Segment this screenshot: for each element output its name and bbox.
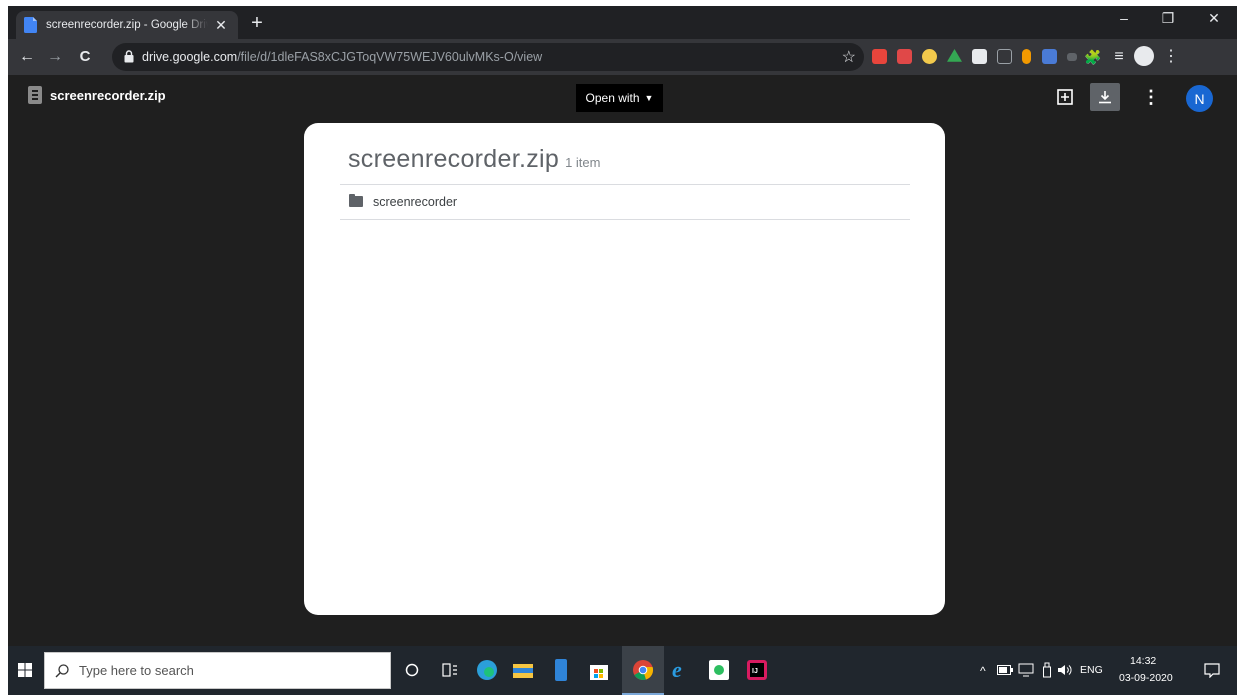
notification-center-icon[interactable] bbox=[1200, 658, 1224, 682]
folder-icon bbox=[349, 194, 363, 207]
reload-button[interactable]: C bbox=[74, 47, 96, 67]
svg-text:IJ: IJ bbox=[752, 668, 758, 675]
archive-title: screenrecorder.zip bbox=[348, 145, 560, 173]
browser-menu-icon[interactable]: ⋮ bbox=[1160, 47, 1182, 67]
windows-taskbar: Type here to search e IJ ^ ENG 14:32 03-… bbox=[8, 646, 1237, 695]
archive-file-icon bbox=[28, 86, 42, 104]
add-shortcut-icon bbox=[1057, 89, 1073, 105]
download-button[interactable] bbox=[1090, 83, 1120, 111]
reading-list-icon[interactable]: ≡ bbox=[1108, 47, 1130, 67]
ext-xr-icon[interactable] bbox=[1067, 53, 1077, 61]
cortana-icon[interactable] bbox=[400, 658, 424, 682]
zip-preview-card: screenrecorder.zip 1 item screenrecorder bbox=[304, 123, 945, 615]
tab-close-icon[interactable]: ✕ bbox=[212, 17, 230, 34]
more-actions-button[interactable]: ⋮ bbox=[1136, 83, 1166, 111]
tab-title: screenrecorder.zip - Google Drive bbox=[46, 19, 208, 31]
google-doc-favicon-icon bbox=[24, 17, 38, 33]
volume-icon[interactable] bbox=[1053, 658, 1077, 682]
ext-cb-icon[interactable] bbox=[997, 49, 1012, 64]
task-view-icon[interactable] bbox=[438, 658, 462, 682]
url-text: drive.google.com/file/d/1dleFAS8xCJGToqV… bbox=[142, 50, 542, 64]
restore-button[interactable]: ❐ bbox=[1155, 10, 1181, 27]
open-with-button[interactable]: Open with ▼ bbox=[576, 84, 663, 112]
ext-yellow-compass-icon[interactable] bbox=[922, 49, 937, 64]
back-button[interactable]: ← bbox=[16, 47, 38, 67]
windows-start-icon[interactable] bbox=[18, 663, 32, 682]
ext-red-square-icon[interactable] bbox=[897, 49, 912, 64]
add-to-drive-button[interactable] bbox=[1050, 83, 1080, 111]
file-explorer-icon[interactable] bbox=[511, 658, 535, 682]
caret-down-icon: ▼ bbox=[644, 93, 654, 103]
language-indicator[interactable]: ENG bbox=[1080, 664, 1103, 676]
forward-button[interactable]: → bbox=[44, 47, 66, 67]
list-item[interactable]: screenrecorder bbox=[340, 184, 910, 219]
tray-overflow-icon[interactable]: ^ bbox=[980, 664, 986, 678]
url-domain: drive.google.com bbox=[142, 50, 238, 64]
clock-time[interactable]: 14:32 bbox=[1130, 655, 1156, 667]
microsoft-store-icon[interactable] bbox=[587, 658, 611, 682]
ext-blue-square-icon[interactable] bbox=[1042, 49, 1057, 64]
edge-icon[interactable] bbox=[475, 658, 499, 682]
viewer-header: screenrecorder.zip Open with ▼ ⋮ N bbox=[8, 75, 1237, 115]
ext-red-badge-icon[interactable] bbox=[872, 49, 887, 64]
ext-orange-pill-icon[interactable] bbox=[1022, 49, 1031, 64]
address-bar[interactable]: drive.google.com/file/d/1dleFAS8xCJGToqV… bbox=[112, 43, 864, 71]
new-tab-button[interactable]: + bbox=[246, 12, 268, 34]
evernote-icon[interactable] bbox=[707, 658, 731, 682]
divider bbox=[340, 219, 910, 220]
file-name: screenrecorder.zip bbox=[50, 88, 166, 103]
taskbar-search-box[interactable]: Type here to search bbox=[44, 652, 391, 689]
minimize-button[interactable]: – bbox=[1111, 10, 1137, 26]
screen: screenrecorder.zip - Google Drive ✕ + – … bbox=[8, 6, 1237, 695]
internet-explorer-icon[interactable]: e bbox=[669, 658, 693, 682]
profile-avatar-icon[interactable] bbox=[1134, 46, 1154, 66]
close-window-button[interactable]: ✕ bbox=[1201, 10, 1227, 27]
lock-icon bbox=[124, 50, 134, 68]
open-with-label: Open with bbox=[585, 91, 640, 105]
search-icon bbox=[55, 663, 69, 677]
download-icon bbox=[1099, 91, 1111, 104]
url-path: /file/d/1dleFAS8xCJGToqVW75WEJV60ulvMKs-… bbox=[237, 50, 543, 64]
chrome-icon[interactable] bbox=[631, 658, 655, 682]
account-avatar[interactable]: N bbox=[1186, 85, 1213, 112]
intellij-icon[interactable]: IJ bbox=[745, 658, 769, 682]
tab-drive[interactable]: screenrecorder.zip - Google Drive ✕ bbox=[16, 11, 238, 39]
item-count: 1 item bbox=[565, 155, 601, 170]
phone-app-icon[interactable] bbox=[549, 658, 573, 682]
svg-text:e: e bbox=[672, 660, 682, 680]
tab-strip: screenrecorder.zip - Google Drive ✕ + – … bbox=[8, 6, 1237, 39]
clock-date[interactable]: 03-09-2020 bbox=[1119, 672, 1173, 684]
toolbar: ← → C drive.google.com/file/d/1dleFAS8xC… bbox=[8, 39, 1237, 75]
bookmark-star-icon[interactable]: ☆ bbox=[842, 47, 856, 67]
search-placeholder: Type here to search bbox=[79, 663, 194, 678]
ext-t-square-icon[interactable] bbox=[972, 49, 987, 64]
puzzle-extensions-icon[interactable]: 🧩 bbox=[1082, 47, 1104, 67]
ext-drive-icon[interactable] bbox=[947, 49, 962, 62]
drive-viewer: screenrecorder.zip Open with ▼ ⋮ N scree… bbox=[8, 75, 1237, 646]
card-title: screenrecorder.zip 1 item bbox=[348, 145, 600, 174]
folder-name: screenrecorder bbox=[373, 194, 458, 209]
